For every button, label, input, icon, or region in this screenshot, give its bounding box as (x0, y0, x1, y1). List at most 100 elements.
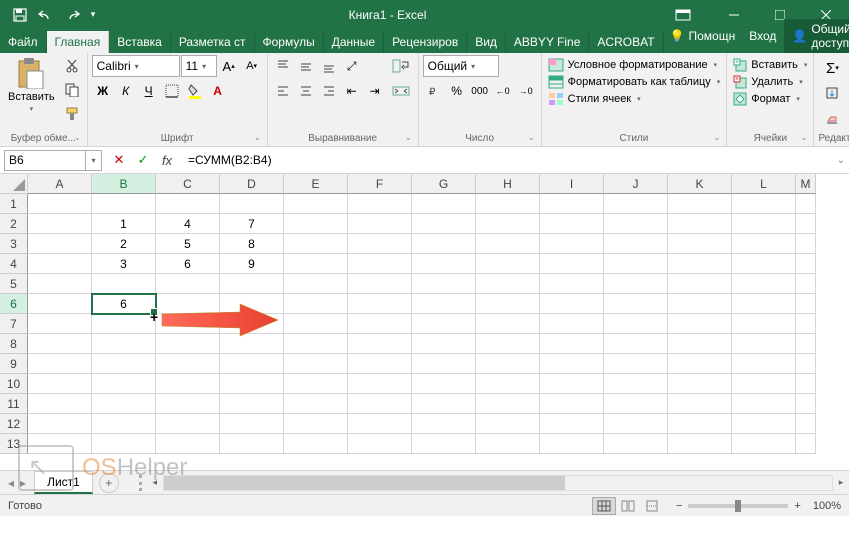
accounting-button[interactable]: ₽ (423, 80, 445, 102)
cell[interactable] (28, 414, 92, 434)
zoom-level[interactable]: 100% (813, 500, 841, 512)
column-header[interactable]: K (668, 174, 732, 194)
cell[interactable] (668, 254, 732, 274)
cell[interactable] (604, 374, 668, 394)
cell[interactable] (220, 374, 284, 394)
cell[interactable] (156, 314, 220, 334)
hscroll-thumb[interactable] (164, 476, 565, 490)
cell[interactable] (412, 274, 476, 294)
save-button[interactable] (8, 3, 32, 27)
column-header[interactable]: G (412, 174, 476, 194)
cell[interactable] (412, 234, 476, 254)
cell[interactable] (476, 414, 540, 434)
cell[interactable]: 1 (92, 214, 156, 234)
cell[interactable] (284, 394, 348, 414)
formula-input[interactable] (184, 150, 833, 171)
column-header[interactable]: M (796, 174, 816, 194)
cell[interactable] (796, 274, 816, 294)
cell[interactable] (156, 374, 220, 394)
cell[interactable] (348, 194, 412, 214)
cell[interactable] (284, 414, 348, 434)
column-header[interactable]: B (92, 174, 156, 194)
cell[interactable] (284, 374, 348, 394)
cell[interactable] (28, 214, 92, 234)
cell[interactable] (156, 194, 220, 214)
row-header[interactable]: 13 (0, 434, 28, 454)
cell[interactable] (732, 334, 796, 354)
cell[interactable] (28, 234, 92, 254)
cell[interactable] (732, 254, 796, 274)
cell[interactable] (28, 314, 92, 334)
tab-abbyy[interactable]: ABBYY Fine (506, 31, 589, 53)
tab-file[interactable]: Файл (0, 31, 47, 53)
column-header[interactable]: C (156, 174, 220, 194)
tab-review[interactable]: Рецензиров (384, 31, 467, 53)
cell[interactable] (604, 214, 668, 234)
cell[interactable] (412, 294, 476, 314)
cell[interactable] (732, 414, 796, 434)
cell[interactable]: 9 (220, 254, 284, 274)
tab-view[interactable]: Вид (467, 31, 506, 53)
cell[interactable] (284, 214, 348, 234)
cell[interactable] (668, 414, 732, 434)
cell[interactable] (156, 334, 220, 354)
cell[interactable] (28, 254, 92, 274)
cell[interactable] (540, 374, 604, 394)
row-header[interactable]: 6 (0, 294, 28, 314)
row-header[interactable]: 2 (0, 214, 28, 234)
number-format-combo[interactable]: Общий (423, 55, 499, 77)
cell[interactable] (540, 214, 604, 234)
cell[interactable] (604, 354, 668, 374)
autosum-button[interactable]: Σ▾ (818, 57, 846, 79)
cell[interactable] (92, 314, 156, 334)
cell[interactable] (28, 194, 92, 214)
cell[interactable] (156, 274, 220, 294)
cell[interactable] (28, 434, 92, 454)
cell[interactable] (668, 214, 732, 234)
cell[interactable] (668, 194, 732, 214)
row-header[interactable]: 3 (0, 234, 28, 254)
cell[interactable] (668, 354, 732, 374)
cell[interactable] (28, 274, 92, 294)
cell[interactable] (348, 254, 412, 274)
cell[interactable] (796, 374, 816, 394)
cell[interactable] (220, 294, 284, 314)
format-as-table-button[interactable]: Форматировать как таблицу (546, 74, 723, 90)
cell[interactable] (348, 414, 412, 434)
cell[interactable] (732, 194, 796, 214)
sheet-nav-next[interactable]: ▸ (18, 476, 28, 490)
cell[interactable] (732, 394, 796, 414)
align-middle-button[interactable] (295, 55, 317, 77)
cell[interactable] (220, 274, 284, 294)
cell[interactable] (348, 274, 412, 294)
cell[interactable] (796, 254, 816, 274)
insert-function-button[interactable]: fx (156, 150, 178, 171)
cell[interactable] (92, 374, 156, 394)
cell[interactable] (540, 334, 604, 354)
cell[interactable] (540, 274, 604, 294)
cell[interactable] (284, 434, 348, 454)
cell[interactable]: 3 (92, 254, 156, 274)
cell[interactable] (796, 434, 816, 454)
sign-in-button[interactable]: Вход (743, 26, 782, 46)
format-cells-button[interactable]: Формат (731, 91, 809, 107)
align-left-button[interactable] (272, 80, 294, 102)
view-normal-button[interactable] (592, 497, 616, 515)
sheet-tab-1[interactable]: Лист1 (34, 471, 93, 494)
cell[interactable] (540, 314, 604, 334)
cell[interactable] (284, 334, 348, 354)
merge-button[interactable] (388, 80, 414, 102)
cell[interactable] (220, 354, 284, 374)
cell[interactable] (732, 314, 796, 334)
cell[interactable] (92, 394, 156, 414)
sheet-nav-prev[interactable]: ◂ (6, 476, 16, 490)
cell[interactable] (476, 334, 540, 354)
increase-decimal-button[interactable]: ←0 (492, 80, 514, 102)
cell[interactable] (732, 374, 796, 394)
cell[interactable] (92, 354, 156, 374)
tab-formulas[interactable]: Формулы (255, 31, 324, 53)
cell[interactable] (348, 394, 412, 414)
cell[interactable] (668, 234, 732, 254)
cell[interactable] (284, 294, 348, 314)
expand-formula-bar-button[interactable]: ⌄ (833, 155, 849, 166)
